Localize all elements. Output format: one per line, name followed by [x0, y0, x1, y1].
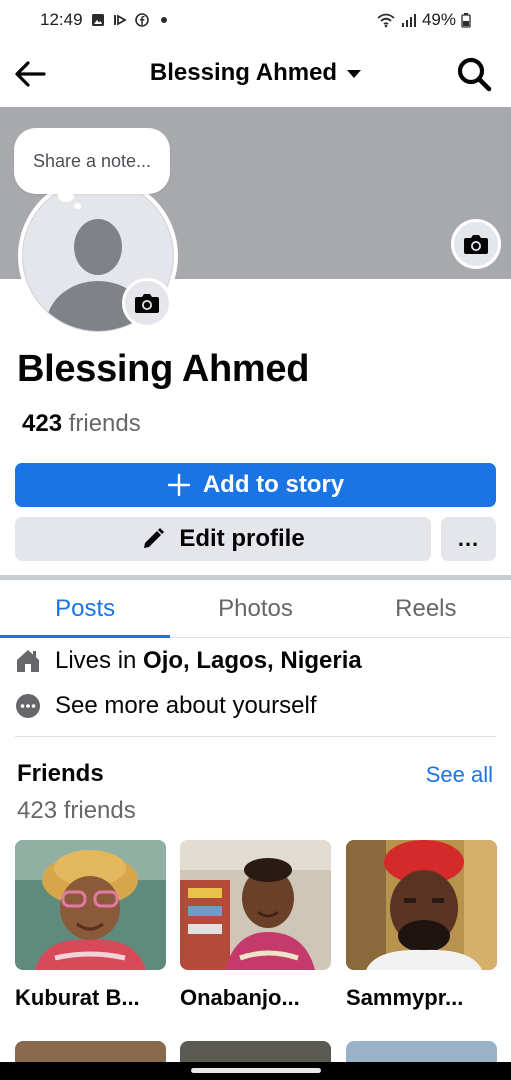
avatar-head — [74, 219, 122, 275]
cast-icon — [113, 14, 127, 26]
lives-prefix: Lives in — [55, 647, 144, 674]
chevron-down-icon — [347, 70, 362, 78]
home-indicator[interactable] — [190, 1068, 321, 1073]
camera-icon — [135, 294, 159, 313]
friends-section-count: 423 friends — [17, 797, 136, 824]
friends-word: friends — [62, 410, 141, 437]
facebook-icon — [134, 13, 149, 27]
friend-name: Kuburat B... — [15, 985, 140, 1010]
add-to-story-label: Add to story — [202, 471, 345, 498]
friend-card[interactable]: Kuburat B... — [15, 840, 166, 1011]
friend-photo — [180, 840, 331, 970]
profile-name: Blessing Ahmed — [17, 348, 310, 390]
friend-photo — [346, 840, 497, 970]
more-options-button[interactable]: ... — [441, 517, 496, 561]
friend-card[interactable]: Onabanjo... — [180, 840, 331, 1011]
tab-posts[interactable]: Posts — [0, 580, 171, 638]
more-horizontal-icon — [16, 694, 40, 718]
edit-profile-label: Edit profile — [179, 525, 305, 552]
search-button[interactable] — [455, 55, 493, 93]
app-bar: Blessing Ahmed — [0, 40, 511, 106]
battery-percent: 49% — [421, 10, 456, 29]
friend-photo — [15, 840, 166, 970]
pencil-icon — [144, 528, 165, 548]
gallery-icon — [91, 14, 104, 26]
tab-photos[interactable]: Photos — [170, 580, 340, 637]
status-bar: 12:49 49% — [0, 0, 511, 40]
lives-location: Ojo, Lagos, Nigeria — [143, 647, 362, 674]
app-bar-title: Blessing Ahmed — [149, 59, 338, 86]
search-icon — [457, 57, 492, 92]
edit-profile-button[interactable]: Edit profile — [15, 517, 431, 561]
see-all-friends-link[interactable]: See all — [426, 762, 493, 788]
see-more-label: See more about yourself — [55, 692, 317, 719]
friends-count[interactable]: 423 friends — [22, 410, 141, 438]
tab-reels[interactable]: Reels — [341, 580, 511, 637]
profile-switcher[interactable]: Blessing Ahmed — [0, 40, 511, 106]
see-more-about-row[interactable]: See more about yourself — [15, 689, 316, 723]
edit-cover-button[interactable] — [451, 219, 501, 269]
friend-name: Onabanjo... — [180, 985, 300, 1010]
note-placeholder: Share a note... — [32, 150, 152, 171]
more-icon: ... — [457, 526, 480, 551]
dot-icon — [160, 17, 167, 23]
battery-icon — [461, 13, 471, 28]
lives-in-row[interactable]: Lives in Ojo, Lagos, Nigeria — [15, 644, 362, 678]
home-icon — [17, 650, 39, 672]
plus-icon — [167, 473, 191, 497]
about-divider — [15, 736, 496, 737]
friend-card[interactable]: Sammypr... — [346, 840, 497, 1011]
share-note-bubble[interactable]: Share a note... — [14, 128, 170, 194]
friend-name: Sammypr... — [346, 985, 464, 1010]
note-bubble-tail-small — [74, 203, 81, 209]
profile-tabs: Posts Photos Reels — [0, 580, 511, 638]
status-time: 12:49 — [40, 10, 83, 29]
camera-icon — [464, 235, 488, 254]
edit-profile-picture-button[interactable] — [122, 278, 172, 328]
signal-icon — [401, 14, 416, 27]
friends-number: 423 — [22, 410, 63, 437]
note-bubble-tail — [58, 190, 74, 202]
friends-section-title: Friends — [17, 760, 104, 787]
add-to-story-button[interactable]: Add to story — [15, 463, 496, 507]
wifi-icon — [377, 13, 395, 28]
